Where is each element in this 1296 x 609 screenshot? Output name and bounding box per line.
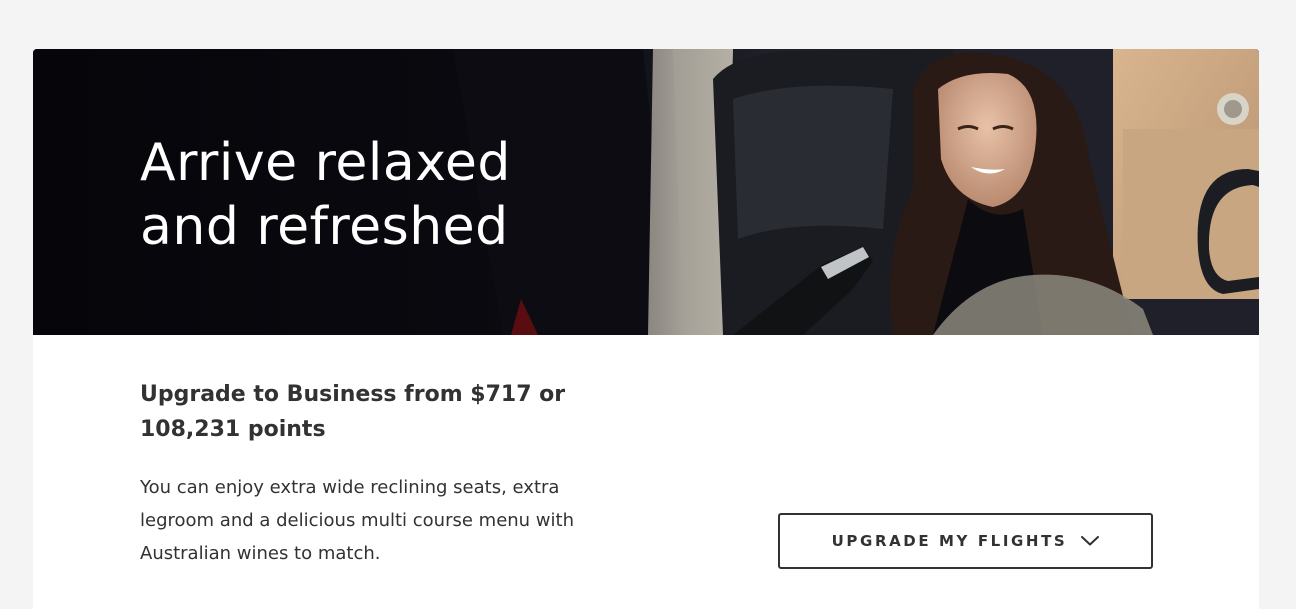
chevron-down-icon bbox=[1081, 536, 1100, 546]
upgrade-my-flights-button[interactable]: UPGRADE MY FLIGHTS bbox=[778, 513, 1153, 569]
upgrade-card: Arrive relaxed and refreshed Upgrade to … bbox=[33, 49, 1259, 609]
hero-banner: Arrive relaxed and refreshed bbox=[33, 49, 1259, 335]
hero-title: Arrive relaxed and refreshed bbox=[140, 133, 511, 257]
offer-title: Upgrade to Business from $717 or 108,231… bbox=[140, 382, 566, 442]
upgrade-button-label: UPGRADE MY FLIGHTS bbox=[831, 532, 1068, 550]
offer-description: You can enjoy extra wide reclining seats… bbox=[140, 477, 574, 564]
